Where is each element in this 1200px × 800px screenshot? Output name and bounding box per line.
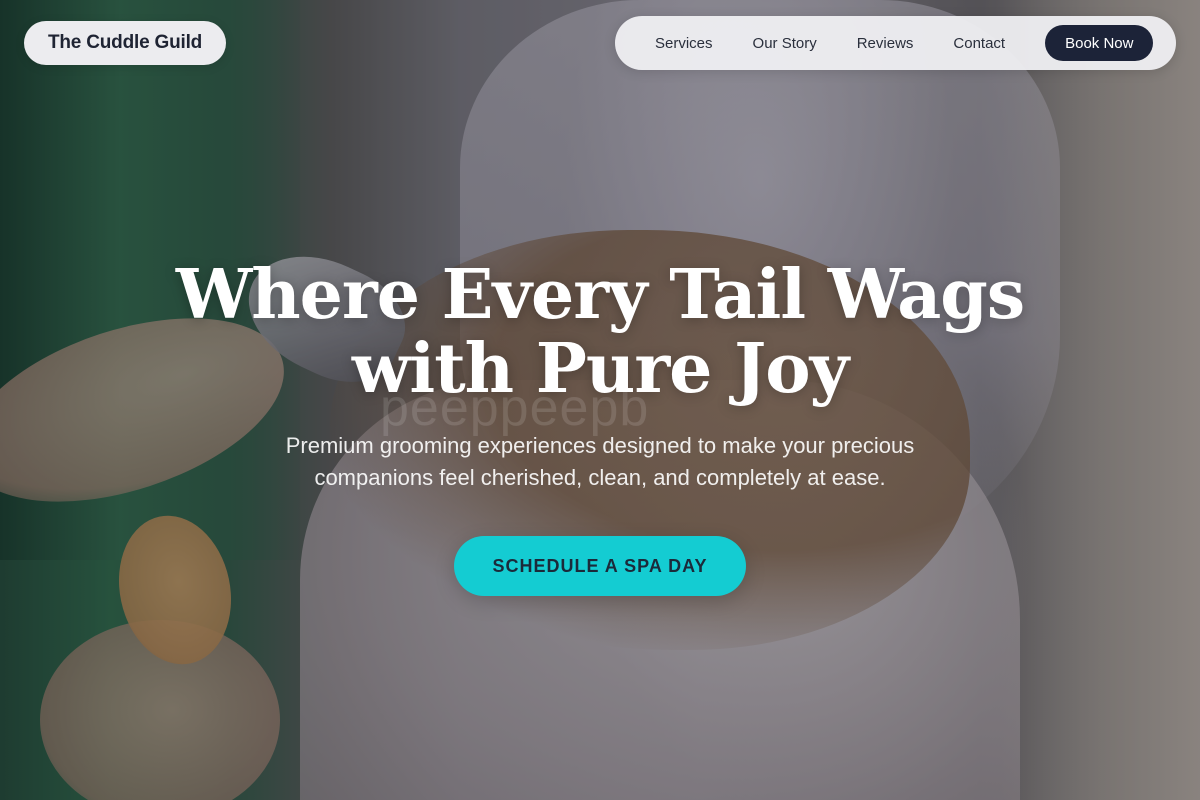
nav-link-contact[interactable]: Contact — [933, 35, 1025, 52]
brand-logo[interactable]: The Cuddle Guild — [24, 21, 227, 65]
nav-link-services[interactable]: Services — [635, 35, 733, 52]
brand-name: The Cuddle Guild — [48, 32, 203, 53]
nav-link-our-story[interactable]: Our Story — [733, 35, 837, 52]
nav-link-reviews[interactable]: Reviews — [837, 35, 934, 52]
hero-content: Where Every Tail Wags with Pure Joy Prem… — [0, 258, 1200, 596]
main-nav: Services Our Story Reviews Contact Book … — [615, 16, 1176, 70]
hero-headline: Where Every Tail Wags with Pure Joy — [175, 255, 1025, 409]
hero-subtitle: Premium grooming experiences designed to… — [285, 433, 915, 490]
book-now-button[interactable]: Book Now — [1045, 25, 1154, 61]
hero-section: peeppeepb The Cuddle Guild Services Our … — [0, 0, 1200, 800]
schedule-spa-day-button[interactable]: SCHEDULE A SPA DAY — [454, 536, 746, 596]
